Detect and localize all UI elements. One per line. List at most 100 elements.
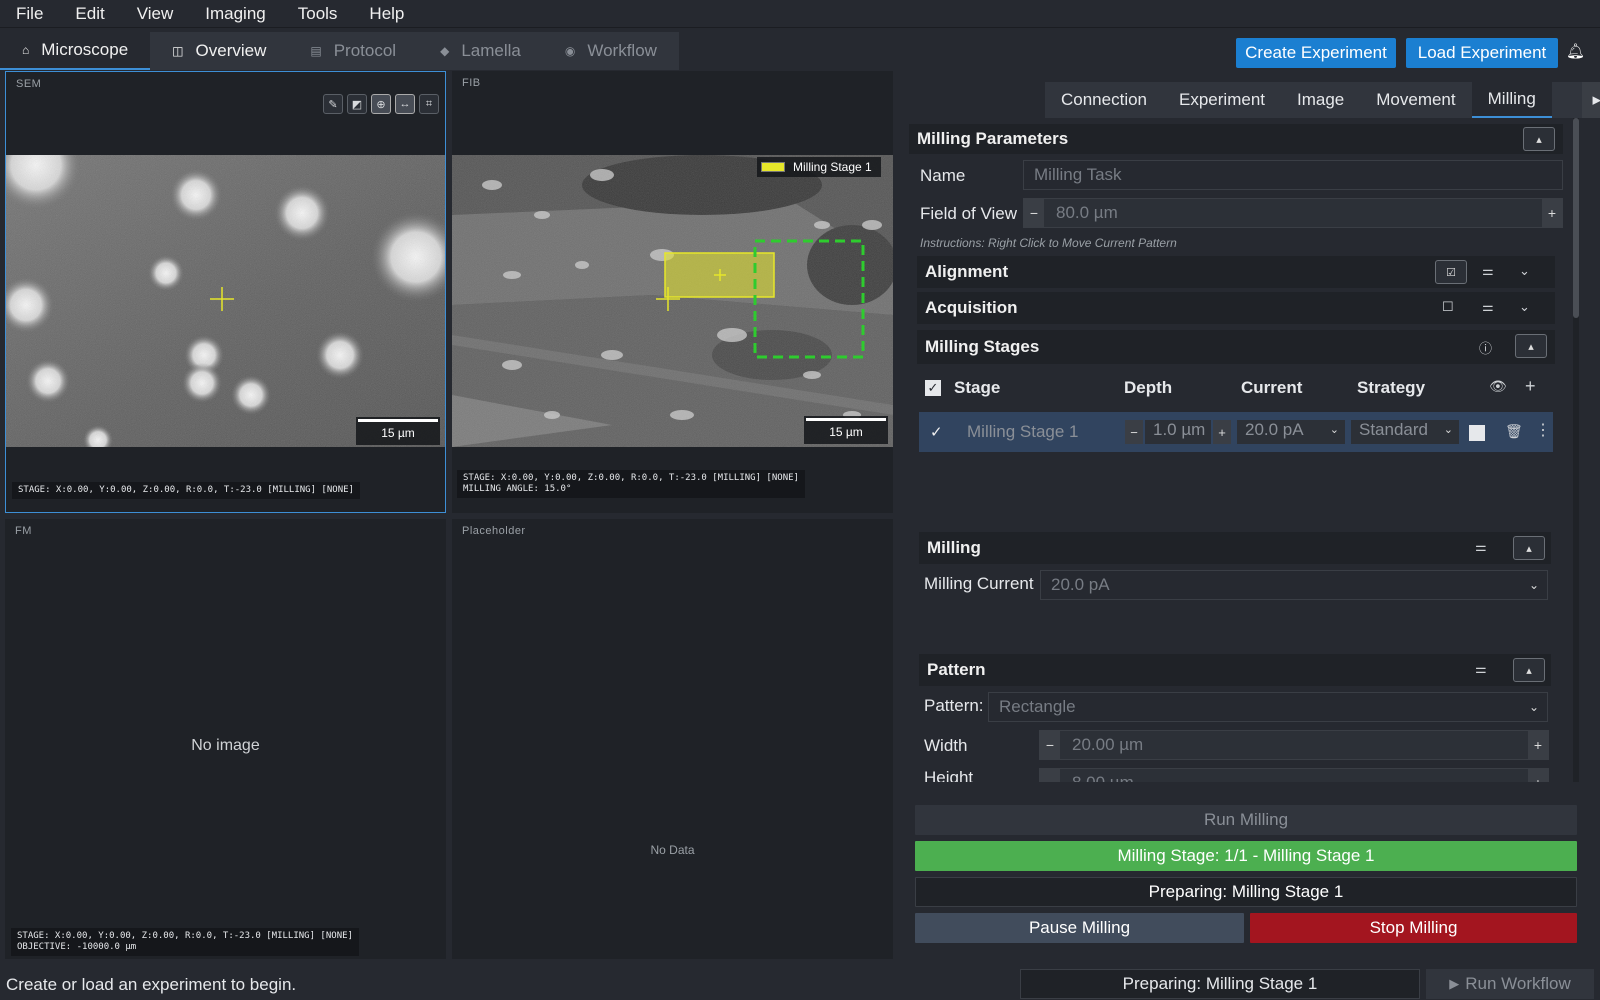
minus-icon[interactable]: − [1040, 731, 1060, 759]
menu-tools[interactable]: Tools [282, 4, 354, 24]
milling-stages-header: Milling Stages ⓘ ▴ [917, 330, 1555, 364]
strategy-select[interactable]: Standard ⌄ [1351, 420, 1459, 444]
stage-row[interactable]: ✓ Milling Stage 1 − 1.0 µm + 20.0 pA ⌄ S… [919, 412, 1553, 452]
name-input[interactable]: Milling Task [1023, 160, 1563, 190]
current-select[interactable]: 20.0 pA ⌄ [1237, 420, 1345, 444]
play-circle-icon: ▶ [1449, 976, 1460, 991]
chevron-down-icon: ⌄ [1528, 578, 1539, 592]
pause-milling-button[interactable]: Pause Milling [915, 913, 1244, 943]
run-workflow-button[interactable]: ▶ Run Workflow [1426, 969, 1594, 999]
placeholder-label: Placeholder [462, 525, 526, 537]
minus-icon[interactable]: − [1024, 199, 1044, 227]
depth-minus-icon[interactable]: − [1125, 420, 1143, 444]
create-experiment-button[interactable]: Create Experiment [1236, 38, 1396, 68]
run-milling-button[interactable]: Run Milling [915, 805, 1577, 835]
depth-input[interactable]: 1.0 µm [1145, 420, 1211, 444]
fm-stage-info: STAGE: X:0.00, Y:0.00, Z:0.00, R:0.0, T:… [11, 928, 359, 956]
menu-help[interactable]: Help [353, 4, 420, 24]
load-experiment-button[interactable]: Load Experiment [1406, 38, 1558, 68]
sem-image[interactable] [6, 155, 445, 447]
contrast-icon[interactable]: ◩ [347, 94, 367, 114]
select-all-checkbox[interactable]: ✓ [925, 380, 941, 396]
fib-viewer[interactable]: FIB Milling Stage 1 15 µm STAGE: X:0.00,… [452, 71, 893, 513]
eye-icon[interactable]: 👁︎ [1489, 378, 1507, 395]
sem-viewer[interactable]: SEM ✎ ◩ ⊕ ↔ ⌗ 15 µm STAGE: X:0.00, Y:0.0… [5, 71, 446, 513]
width-stepper[interactable]: − 20.00 µm + [1039, 730, 1549, 760]
height-label: Height [924, 768, 974, 782]
collapse-icon[interactable]: ▴ [1515, 334, 1547, 358]
menu-bar: File Edit View Imaging Tools Help [0, 0, 1600, 28]
add-stage-icon[interactable]: + [1525, 376, 1536, 397]
width-value[interactable]: 20.00 µm [1060, 735, 1528, 755]
tab-milling[interactable]: Milling [1471, 82, 1552, 118]
chevron-down-icon[interactable]: ⌄ [1519, 299, 1530, 315]
depth-plus-icon[interactable]: + [1213, 420, 1231, 444]
tab-experiment[interactable]: Experiment [1163, 82, 1281, 118]
more-options-icon[interactable]: ⋮ [1535, 420, 1551, 440]
tab-workflow[interactable]: ◉ Workflow [542, 32, 679, 70]
fib-image[interactable] [452, 155, 893, 447]
section-title: Milling Stages [925, 337, 1040, 356]
sliders-icon[interactable]: ⚌ [1475, 661, 1487, 677]
height-value[interactable]: 8.00 µm [1060, 773, 1528, 782]
menu-file[interactable]: File [0, 4, 59, 24]
section-title: Milling Parameters [917, 129, 1069, 148]
placeholder-viewer[interactable]: Placeholder No Data [452, 519, 893, 959]
fib-scalebar: 15 µm [804, 416, 888, 444]
bell-icon[interactable]: 🔔︎ [1566, 42, 1585, 64]
tab-label: Protocol [333, 41, 397, 60]
fit-view-icon[interactable]: ⌗ [419, 94, 439, 114]
milling-current-select[interactable]: 20.0 pA ⌄ [1040, 570, 1548, 600]
stage-color-swatch[interactable] [1469, 425, 1485, 441]
plus-icon[interactable]: + [1528, 731, 1548, 759]
collapse-icon[interactable]: ▴ [1523, 127, 1555, 151]
milling-parameters-header: Milling Parameters ▴ [909, 124, 1563, 154]
pattern-select[interactable]: Rectangle ⌄ [988, 692, 1548, 722]
info-icon[interactable]: ⓘ [1479, 338, 1492, 357]
tab-scroll-right-icon[interactable]: ▸ [1581, 82, 1600, 118]
scalebar-line [358, 419, 438, 422]
collapse-icon[interactable]: ▴ [1513, 536, 1545, 560]
chevron-down-icon[interactable]: ⌄ [1519, 263, 1530, 279]
fov-stepper[interactable]: − 80.0 µm + [1023, 198, 1563, 228]
scrollbar[interactable] [1573, 118, 1579, 782]
stop-milling-button[interactable]: Stop Milling [1250, 913, 1577, 943]
acquisition-header[interactable]: Acquisition ☐ ⚌ ⌄ [917, 292, 1555, 324]
stage-row-checkbox[interactable]: ✓ [930, 423, 943, 441]
tab-movement[interactable]: Movement [1360, 82, 1472, 118]
checkbox-icon[interactable]: ☐ [1442, 299, 1454, 315]
fov-value[interactable]: 80.0 µm [1044, 203, 1542, 223]
pencil-icon[interactable]: ✎ [323, 94, 343, 114]
minus-icon[interactable]: − [1040, 769, 1060, 782]
fm-viewer[interactable]: FM No image STAGE: X:0.00, Y:0.00, Z:0.0… [5, 519, 446, 959]
legend-label: Milling Stage 1 [793, 160, 872, 174]
tab-connection[interactable]: Connection [1045, 82, 1164, 118]
tab-lamella[interactable]: ◆ Lamella [418, 32, 543, 70]
tab-image[interactable]: Image [1281, 82, 1361, 118]
tab-protocol[interactable]: ▤ Protocol [288, 32, 419, 70]
sliders-icon[interactable]: ⚌ [1482, 263, 1494, 279]
menu-imaging[interactable]: Imaging [189, 4, 281, 24]
trash-icon[interactable]: 🗑︎ [1505, 423, 1523, 440]
status-message: Create or load an experiment to begin. [6, 975, 297, 994]
stage-row-name[interactable]: Milling Stage 1 [967, 422, 1079, 442]
plus-icon[interactable]: + [1542, 199, 1562, 227]
current-value: 20.0 pA [1245, 420, 1304, 439]
alignment-header[interactable]: Alignment ☑ ⚌ ⌄ [917, 256, 1555, 288]
sliders-icon[interactable]: ⚌ [1482, 299, 1494, 315]
collapse-icon[interactable]: ▴ [1513, 658, 1545, 682]
milling-scroll-area[interactable]: Milling Parameters ▴ Name Milling Task F… [905, 118, 1588, 798]
sliders-icon[interactable]: ⚌ [1475, 539, 1487, 555]
fov-label: Field of View [920, 204, 1018, 223]
tab-overview[interactable]: ◫ Overview [150, 32, 289, 70]
menu-view[interactable]: View [121, 4, 190, 24]
tab-microscope[interactable]: ⌂ Microscope [0, 32, 151, 70]
menu-edit[interactable]: Edit [59, 4, 120, 24]
instructions-text: Instructions: Right Click to Move Curren… [920, 236, 1177, 250]
checked-box-icon[interactable]: ☑ [1435, 260, 1467, 284]
crosshair-icon[interactable]: ⊕ [371, 94, 391, 114]
height-stepper[interactable]: − 8.00 µm + [1039, 768, 1549, 782]
plus-icon[interactable]: + [1528, 769, 1548, 782]
scrollbar-thumb[interactable] [1573, 118, 1579, 318]
ruler-icon[interactable]: ↔ [395, 94, 415, 114]
